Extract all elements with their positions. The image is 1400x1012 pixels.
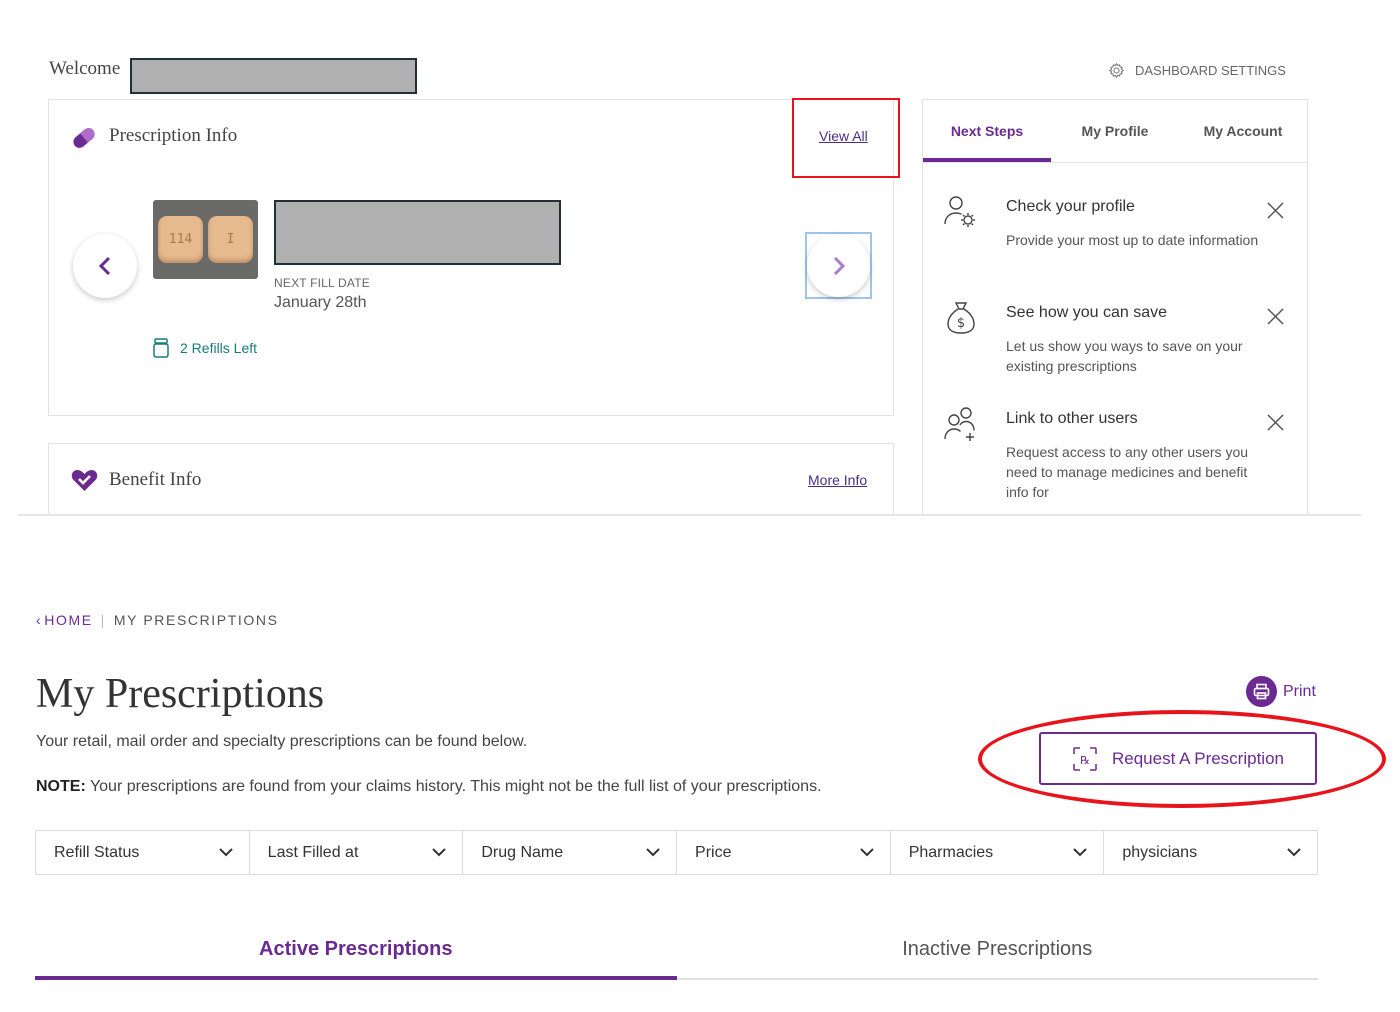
tab-my-account[interactable]: My Account xyxy=(1179,100,1307,162)
close-icon[interactable] xyxy=(1267,202,1284,219)
step-description: Request access to any other users you ne… xyxy=(1006,444,1249,500)
step-title: Link to other users xyxy=(1006,410,1138,427)
filter-label: Refill Status xyxy=(54,843,140,861)
step-description: Provide your most up to date information xyxy=(1006,232,1259,248)
filter-label: Price xyxy=(695,843,732,861)
svg-text:℞: ℞ xyxy=(1080,754,1090,767)
dashboard-settings-label: DASHBOARD SETTINGS xyxy=(1135,63,1286,78)
breadcrumb-separator: | xyxy=(100,612,106,628)
breadcrumb: ‹ HOME | MY PRESCRIPTIONS xyxy=(36,612,279,628)
page-note: NOTE: Your prescriptions are found from … xyxy=(36,778,822,796)
prescription-info-title: Prescription Info xyxy=(109,125,238,146)
step-title: Check your profile xyxy=(1006,198,1135,215)
chevron-down-icon xyxy=(1073,848,1088,857)
step-title: See how you can save xyxy=(1006,304,1167,321)
carousel-next-button[interactable] xyxy=(805,232,872,299)
pill-bottle-icon xyxy=(152,338,170,358)
chevron-down-icon xyxy=(218,848,233,857)
gear-icon xyxy=(1108,62,1125,79)
chevron-left-icon xyxy=(98,256,112,276)
close-icon[interactable] xyxy=(1267,308,1284,325)
next-fill-label: NEXT FILL DATE xyxy=(274,276,370,290)
printer-icon xyxy=(1246,676,1277,707)
filter-refill-status[interactable]: Refill Status xyxy=(36,831,250,874)
filter-last-filled[interactable]: Last Filled at xyxy=(250,831,464,874)
filter-label: Pharmacies xyxy=(908,843,994,861)
rx-scan-icon: ℞ xyxy=(1072,746,1098,772)
screenshot-divider xyxy=(18,514,1361,516)
next-fill-date: January 28th xyxy=(274,294,367,311)
side-tabs: Next Steps My Profile My Account xyxy=(923,100,1307,163)
pill-icon xyxy=(70,124,98,152)
redacted-drug-name xyxy=(274,200,561,265)
next-steps-card: Next Steps My Profile My Account Check y… xyxy=(922,99,1308,515)
carousel-prev-button[interactable] xyxy=(73,234,137,298)
close-icon[interactable] xyxy=(1267,414,1284,431)
dashboard-settings-link[interactable]: DASHBOARD SETTINGS xyxy=(1108,62,1286,79)
chevron-left-icon: ‹ xyxy=(36,612,43,628)
filter-label: physicians xyxy=(1122,843,1198,861)
filter-drug-name[interactable]: Drug Name xyxy=(463,831,678,874)
filter-label: Last Filled at xyxy=(267,843,359,861)
breadcrumb-home-link[interactable]: ‹ HOME xyxy=(36,612,93,628)
heart-check-icon xyxy=(71,468,98,492)
tab-next-steps[interactable]: Next Steps xyxy=(923,100,1051,162)
tab-my-profile[interactable]: My Profile xyxy=(1051,100,1179,162)
note-text: Your prescriptions are found from your c… xyxy=(85,778,822,795)
refills-left-label: 2 Refills Left xyxy=(180,340,258,356)
filter-label: Drug Name xyxy=(481,843,564,861)
chevron-right-icon xyxy=(832,256,846,276)
add-users-icon xyxy=(943,406,979,442)
print-button[interactable]: Print xyxy=(1246,676,1316,707)
request-prescription-button[interactable]: ℞ Request A Prescription xyxy=(1039,732,1317,785)
money-bag-icon: $ xyxy=(943,300,979,336)
page-title: My Prescriptions xyxy=(36,671,325,717)
filter-physicians[interactable]: physicians xyxy=(1104,831,1317,874)
print-label: Print xyxy=(1283,682,1316,700)
page-subtitle: Your retail, mail order and specialty pr… xyxy=(36,733,528,750)
prescription-tabs: Active Prescriptions Inactive Prescripti… xyxy=(35,928,1318,980)
benefit-info-title: Benefit Info xyxy=(109,469,202,490)
request-prescription-label: Request A Prescription xyxy=(1112,748,1284,768)
chevron-down-icon xyxy=(1287,848,1301,857)
filter-bar: Refill Status Last Filled at Drug Name P… xyxy=(35,830,1318,875)
redacted-username xyxy=(130,58,417,94)
filter-pharmacies[interactable]: Pharmacies xyxy=(891,831,1105,874)
profile-settings-icon xyxy=(943,194,979,230)
breadcrumb-home-label: HOME xyxy=(44,612,93,628)
welcome-label: Welcome xyxy=(49,58,121,79)
tab-inactive-prescriptions[interactable]: Inactive Prescriptions xyxy=(677,928,1319,978)
chevron-down-icon xyxy=(432,848,447,857)
tab-active-prescriptions[interactable]: Active Prescriptions xyxy=(35,928,677,980)
pill-tablet: 114 xyxy=(158,216,203,263)
pill-tablet: I xyxy=(208,216,253,263)
annotation-highlight-box xyxy=(792,98,900,178)
more-info-link[interactable]: More Info xyxy=(808,472,867,488)
chevron-down-icon xyxy=(859,848,874,857)
chevron-down-icon xyxy=(646,848,660,857)
breadcrumb-current: MY PRESCRIPTIONS xyxy=(113,612,279,628)
filter-price[interactable]: Price xyxy=(677,831,891,874)
step-description: Let us show you ways to save on your exi… xyxy=(1006,338,1243,374)
svg-text:$: $ xyxy=(957,316,965,331)
medication-image: 114 I xyxy=(153,200,258,279)
note-label: NOTE: xyxy=(36,778,86,795)
refills-indicator: 2 Refills Left xyxy=(152,338,257,358)
